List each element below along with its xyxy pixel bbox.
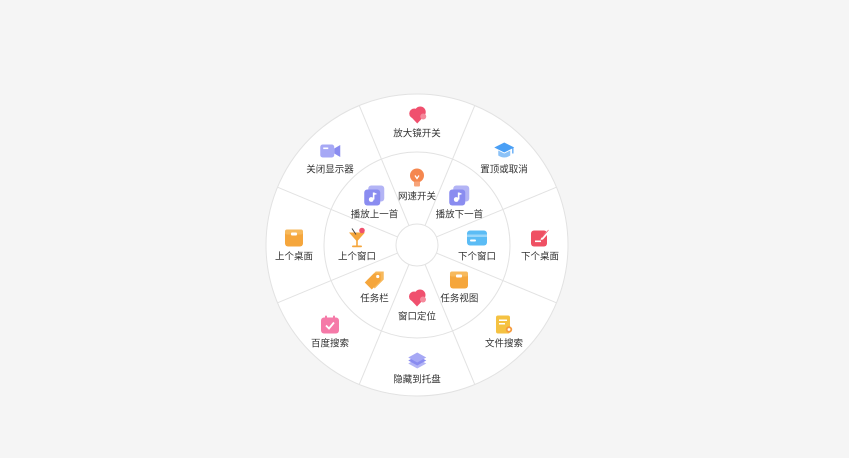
heart-cloud-icon (408, 106, 426, 124)
menu-item-label: 置顶或取消 (480, 164, 528, 176)
tag-icon (364, 271, 384, 290)
menu-item-label: 下个窗口 (457, 251, 497, 263)
menu-item-play-next[interactable]: 播放下一首 (435, 184, 484, 221)
menu-item-next-desktop[interactable]: 下个桌面 (521, 227, 559, 264)
menu-item-label: 上个桌面 (274, 251, 314, 263)
graduation-cap-icon (493, 142, 514, 158)
center-button (395, 223, 439, 267)
folder-box-icon (450, 271, 469, 289)
menu-item-baidu-search[interactable]: 百度搜索 (311, 313, 349, 350)
lightbulb-icon (409, 168, 424, 187)
heart-cloud-icon (408, 289, 426, 307)
menu-item-label: 播放上一首 (350, 209, 399, 221)
menu-item-label: 任务栏 (360, 293, 389, 305)
menu-item-label: 下个桌面 (520, 251, 560, 263)
document-search-icon (495, 315, 513, 334)
menu-item-taskbar[interactable]: 任务栏 (360, 269, 389, 306)
menu-item-prev-desktop[interactable]: 上个桌面 (275, 227, 313, 264)
menu-item-close-display[interactable]: 关闭显示器 (306, 140, 354, 177)
menu-item-label: 上个窗口 (337, 251, 377, 263)
menu-item-label: 放大镜开关 (393, 128, 441, 140)
menu-item-label: 文件搜索 (484, 338, 523, 350)
folder-box-icon (284, 229, 303, 247)
music-prev-icon (364, 185, 385, 206)
menu-item-next-window[interactable]: 下个窗口 (458, 227, 496, 264)
radial-menu-wheel (265, 93, 569, 397)
layers-icon (407, 352, 426, 369)
menu-item-task-view[interactable]: 任务视图 (440, 269, 478, 306)
menu-item-label: 百度搜索 (311, 338, 350, 350)
music-next-icon (449, 185, 470, 206)
menu-item-label: 任务视图 (440, 293, 479, 305)
menu-item-play-prev[interactable]: 播放上一首 (350, 184, 399, 221)
edit-note-icon (530, 229, 550, 247)
menu-item-net-speed[interactable]: 网速开关 (398, 167, 436, 204)
menu-item-file-search[interactable]: 文件搜索 (485, 313, 523, 350)
menu-item-magnifier[interactable]: 放大镜开关 (393, 104, 441, 141)
menu-item-label: 关闭显示器 (306, 164, 354, 176)
menu-item-hide-to-tray[interactable]: 隐藏到托盘 (393, 350, 441, 387)
menu-item-prev-window[interactable]: 上个窗口 (338, 227, 376, 264)
credit-card-icon (466, 230, 487, 246)
video-camera-icon (320, 144, 341, 158)
menu-item-label: 网速开关 (397, 191, 437, 203)
menu-item-pin-toggle[interactable]: 置顶或取消 (480, 140, 528, 177)
cocktail-icon (348, 227, 365, 248)
radial-menu: 放大镜开关置顶或取消下个桌面文件搜索隐藏到托盘 百度搜索 上个桌面 关闭显示器网速开关… (0, 0, 849, 458)
menu-item-label: 播放下一首 (435, 209, 484, 221)
menu-item-label: 隐藏到托盘 (393, 374, 441, 386)
menu-item-window-locate[interactable]: 窗口定位 (398, 287, 436, 324)
menu-item-label: 窗口定位 (397, 311, 437, 323)
calendar-check-icon (321, 315, 340, 334)
